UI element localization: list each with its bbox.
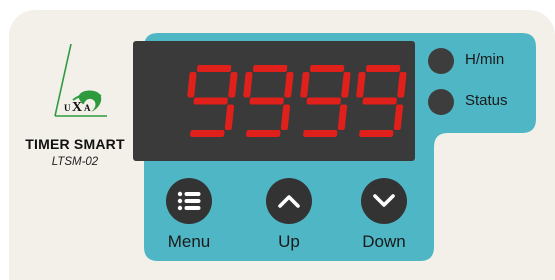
svg-text:X: X xyxy=(72,100,82,115)
up-label: Up xyxy=(278,232,300,251)
down-label: Down xyxy=(362,232,406,251)
menu-button[interactable] xyxy=(166,178,212,224)
svg-text:A: A xyxy=(84,103,91,113)
svg-text:U: U xyxy=(64,103,71,113)
down-button[interactable] xyxy=(361,178,407,224)
list-icon xyxy=(177,191,201,211)
uxa-logo: U X A xyxy=(54,43,107,117)
up-button[interactable] xyxy=(266,178,312,224)
h-min-label: H/min xyxy=(465,51,505,68)
brand-model: LTSM-02 xyxy=(51,156,99,168)
display-right-digits xyxy=(300,65,407,137)
chevron-down-icon xyxy=(373,194,395,207)
chevron-up-icon xyxy=(278,195,300,208)
h-min-led-icon xyxy=(428,48,454,74)
display-left-digits xyxy=(187,65,294,137)
status-led-icon xyxy=(428,89,454,115)
status-label: Status xyxy=(465,92,508,109)
menu-label: Menu xyxy=(167,232,211,251)
seven-segment-display xyxy=(133,41,415,161)
brand-title: TIMER SMART xyxy=(25,136,125,152)
